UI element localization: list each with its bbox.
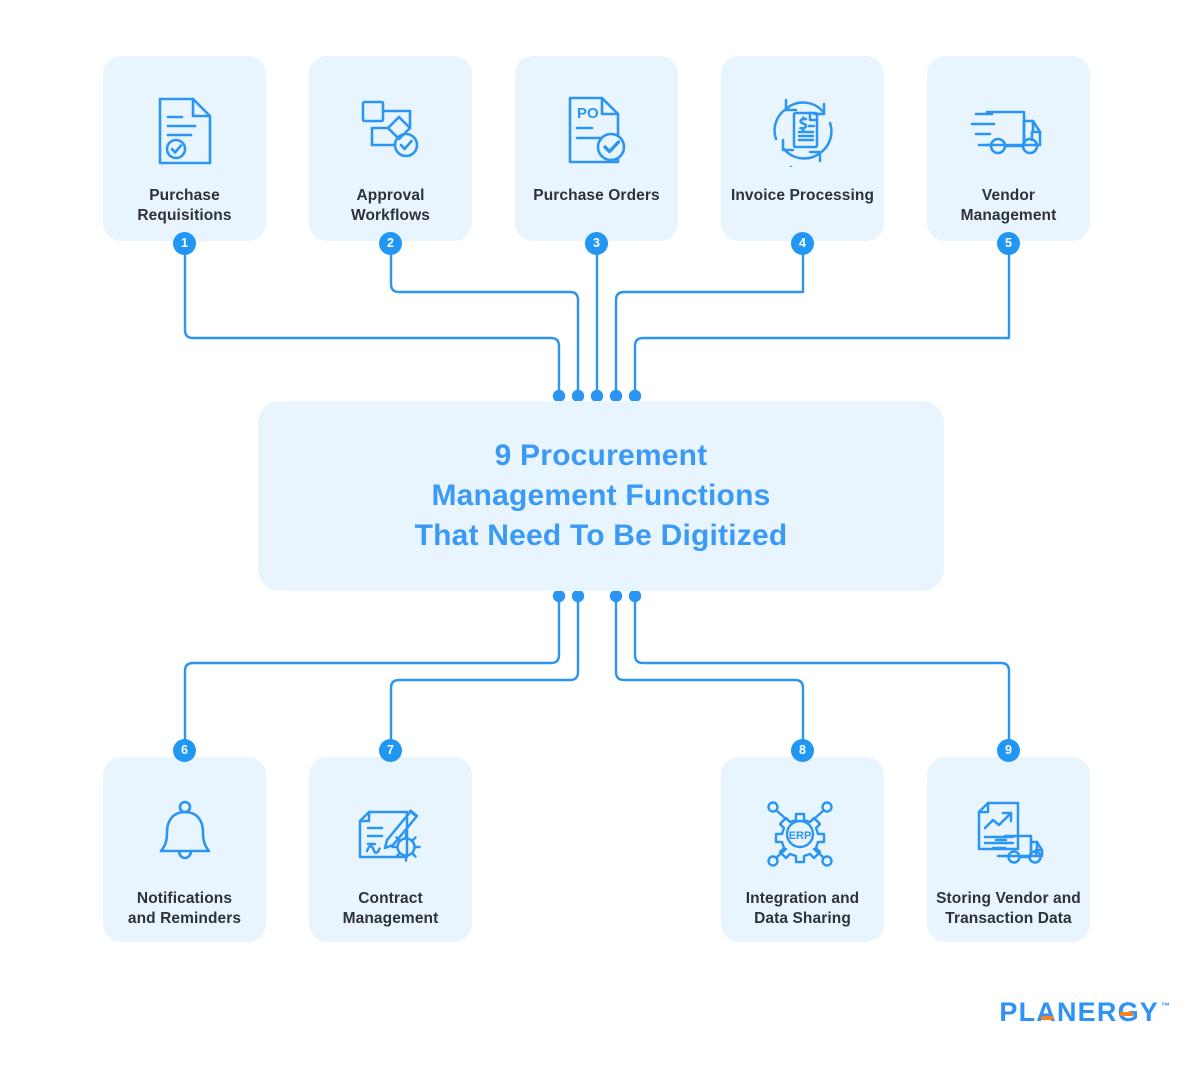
node-card-purchase-orders[interactable]: PO Purchase Orders	[515, 56, 678, 241]
node-badge-4: 4	[791, 232, 814, 255]
svg-text:PO: PO	[577, 105, 599, 122]
node-label-line2: Requisitions	[137, 207, 232, 224]
connector-dot-7	[571, 589, 585, 603]
node-label-line1: Notifications	[136, 890, 233, 907]
node-badge-7: 7	[379, 739, 402, 762]
node-badge-5: 5	[997, 232, 1020, 255]
node-label: Notifications and Reminders	[120, 889, 249, 929]
page-title: 9 Procurement Management Functions That …	[415, 436, 788, 556]
node-card-integration-and-data-sharing[interactable]: ERP Integration and Data Sharing	[721, 757, 884, 942]
wire-node-7	[389, 600, 580, 744]
node-card-invoice-processing[interactable]: Invoice Processing	[721, 56, 884, 241]
workflow-diagram-icon	[309, 88, 472, 174]
wire-node-6	[183, 600, 561, 744]
node-label: Integration and Data Sharing	[738, 889, 867, 929]
node-card-approval-workflows[interactable]: Approval Workflows	[309, 56, 472, 241]
node-card-storing-vendor-and-transaction-data[interactable]: Storing Vendor and Transaction Data	[927, 757, 1090, 942]
node-label: Purchase Orders	[525, 186, 667, 206]
svg-text:ERP: ERP	[788, 830, 811, 842]
title-line-1: 9 Procurement	[494, 439, 708, 472]
node-card-purchase-requisitions[interactable]: Purchase Requisitions	[103, 56, 266, 241]
logo-wordmark: PLANERGY	[999, 999, 1159, 1026]
logo-trademark: ™	[1161, 1001, 1170, 1011]
node-label-line2: Management	[960, 207, 1057, 224]
logo-accent-a	[1041, 1016, 1054, 1020]
node-badge-6: 6	[173, 739, 196, 762]
node-label: Contract Management	[335, 889, 447, 929]
infographic-canvas: Purchase Requisitions 1 Approval Workflo…	[0, 0, 1200, 1068]
invoice-cycle-icon	[721, 88, 884, 174]
planergy-logo: PLANERGY ™	[999, 999, 1170, 1026]
contract-pen-gear-icon	[309, 791, 472, 877]
node-badge-2: 2	[379, 232, 402, 255]
wire-node-5	[633, 250, 1011, 392]
node-label-line2: Workflows	[351, 207, 430, 224]
wire-node-9	[633, 600, 1011, 744]
node-label-line1: Purchase	[149, 187, 220, 204]
delivery-truck-icon	[927, 88, 1090, 174]
document-check-icon	[103, 88, 266, 174]
node-label-line1: Approval	[356, 187, 425, 204]
node-label-line1: Purchase Orders	[533, 187, 660, 204]
node-label-line2: and Reminders	[127, 910, 242, 927]
wire-node-2	[389, 250, 580, 392]
node-badge-3: 3	[585, 232, 608, 255]
logo-accent-g	[1120, 1012, 1134, 1016]
node-label-line1: Integration and	[745, 890, 860, 907]
node-label-line1: Invoice Processing	[730, 187, 875, 204]
node-card-contract-management[interactable]: Contract Management	[309, 757, 472, 942]
node-label-line2: Management	[342, 910, 439, 927]
center-title-box: 9 Procurement Management Functions That …	[258, 401, 944, 591]
title-line-2: Management Functions	[431, 479, 771, 512]
wire-node-8	[614, 600, 805, 744]
connector-dot-9	[628, 589, 642, 603]
node-label: Invoice Processing	[723, 186, 882, 206]
title-line-3: That Need To Be Digitized	[414, 519, 788, 552]
wire-node-1	[183, 250, 561, 392]
node-card-notifications-and-reminders[interactable]: Notifications and Reminders	[103, 757, 266, 942]
node-label-line1: Contract	[358, 890, 423, 907]
connector-dot-8	[609, 589, 623, 603]
purchase-order-document-icon: PO	[515, 88, 678, 174]
node-badge-1: 1	[173, 232, 196, 255]
node-label: Storing Vendor and Transaction Data	[928, 889, 1089, 929]
node-label-line1: Vendor	[981, 187, 1036, 204]
node-label-line1: Storing Vendor and	[936, 890, 1081, 907]
node-label-line2: Transaction Data	[945, 910, 1072, 927]
wire-node-4	[614, 250, 805, 392]
node-badge-9: 9	[997, 739, 1020, 762]
node-badge-8: 8	[791, 739, 814, 762]
node-label-line2: Data Sharing	[754, 910, 851, 927]
node-label: Purchase Requisitions	[129, 186, 239, 226]
logo-text-label: PLANERGY	[999, 997, 1159, 1027]
erp-gear-network-icon: ERP	[721, 791, 884, 877]
bell-icon	[103, 791, 266, 877]
connector-dot-6	[552, 589, 566, 603]
node-label: Approval Workflows	[343, 186, 438, 226]
node-card-vendor-management[interactable]: Vendor Management	[927, 56, 1090, 241]
report-truck-icon	[927, 791, 1090, 877]
node-label: Vendor Management	[953, 186, 1065, 226]
